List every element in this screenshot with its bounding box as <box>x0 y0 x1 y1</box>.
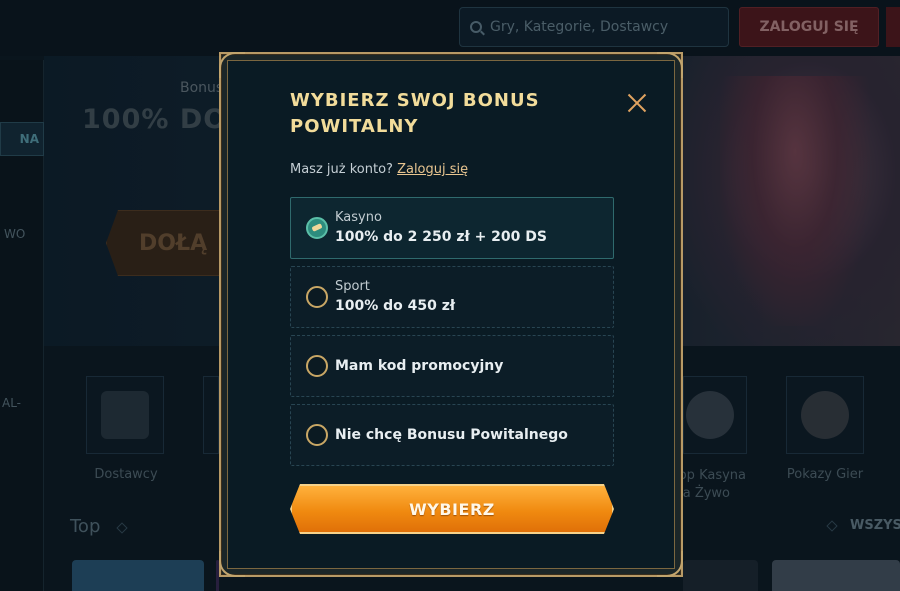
corner-ornament <box>219 52 245 78</box>
option-value: 100% do 450 zł <box>335 298 456 314</box>
choose-button[interactable]: WYBIERZ <box>290 484 614 534</box>
corner-ornament <box>219 551 245 577</box>
corner-ornament <box>657 551 683 577</box>
corner-ornament <box>657 52 683 78</box>
option-label: Kasyno <box>335 210 382 225</box>
radio-icon[interactable] <box>306 424 328 446</box>
radio-checked-icon[interactable] <box>306 217 328 239</box>
option-label: Mam kod promocyjny <box>335 358 504 374</box>
option-value: 100% do 2 250 zł + 200 DS <box>335 229 547 245</box>
option-casino[interactable]: Kasyno 100% do 2 250 zł + 200 DS <box>290 197 614 259</box>
close-icon[interactable] <box>625 91 649 115</box>
welcome-bonus-modal: WYBIERZ SWOJ BONUS POWITALNY Masz już ko… <box>219 52 683 577</box>
option-sport[interactable]: Sport 100% do 450 zł <box>290 266 614 328</box>
login-link[interactable]: Zaloguj się <box>397 162 468 177</box>
option-promo-code[interactable]: Mam kod promocyjny <box>290 335 614 397</box>
option-text: Kasyno 100% do 2 250 zł + 200 DS <box>335 209 547 247</box>
radio-icon[interactable] <box>306 286 328 308</box>
account-prompt: Masz już konto? Zaloguj się <box>290 162 468 177</box>
choose-button-label: WYBIERZ <box>409 499 495 519</box>
option-no-bonus[interactable]: Nie chcę Bonusu Powitalnego <box>290 404 614 466</box>
radio-icon[interactable] <box>306 355 328 377</box>
option-label: Nie chcę Bonusu Powitalnego <box>335 427 568 443</box>
option-label: Sport <box>335 279 370 294</box>
account-question: Masz już konto? <box>290 162 393 177</box>
modal-title: WYBIERZ SWOJ BONUS POWITALNY <box>290 90 540 137</box>
option-text: Sport 100% do 450 zł <box>335 278 455 316</box>
